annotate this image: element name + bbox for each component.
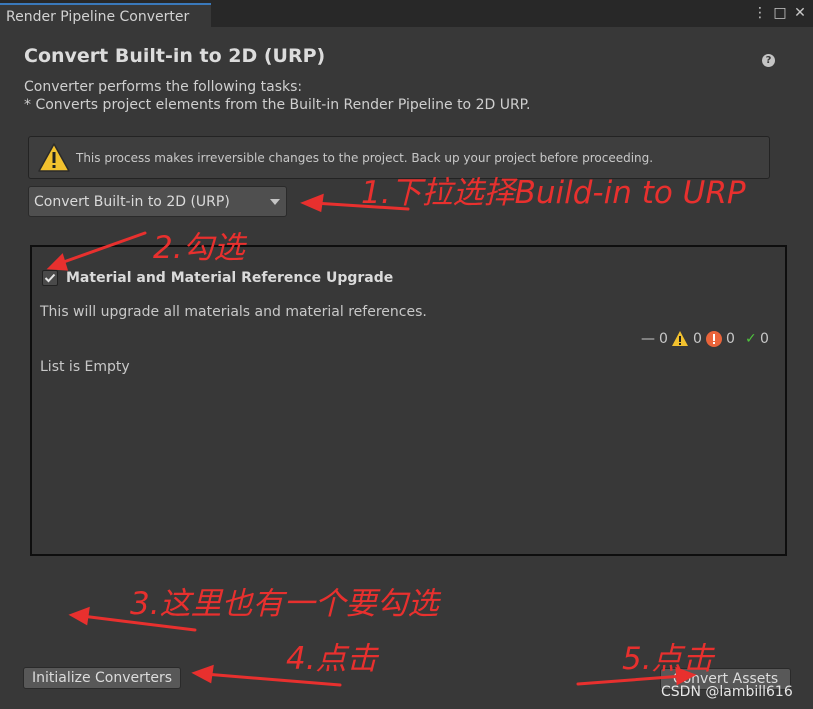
warning-icon bbox=[38, 143, 70, 172]
error-count: 0 bbox=[726, 331, 735, 347]
window-tab-bar: Render Pipeline Converter ⋮ □ ✕ bbox=[0, 0, 813, 27]
annotation-step-1: 1.下拉选择Build-in to URP bbox=[361, 175, 746, 211]
converter-panel: Material and Material Reference Upgrade … bbox=[30, 245, 787, 556]
watermark: CSDN @lambill616 bbox=[661, 684, 793, 700]
annotation-step-4: 4.点击 bbox=[286, 641, 378, 677]
list-empty-text: List is Empty bbox=[40, 359, 130, 375]
warning-count: 0 bbox=[693, 331, 702, 347]
pending-icon: — bbox=[641, 331, 655, 347]
converter-title: Material and Material Reference Upgrade bbox=[66, 270, 394, 286]
success-icon: ✓ bbox=[745, 331, 757, 347]
success-count: 0 bbox=[760, 331, 769, 347]
initialize-converters-button[interactable]: Initialize Converters bbox=[23, 667, 181, 689]
tab-render-pipeline-converter[interactable]: Render Pipeline Converter bbox=[0, 3, 211, 27]
error-count-icon bbox=[706, 331, 722, 347]
annotation-step-5: 5.点击 bbox=[622, 641, 714, 677]
help-icon[interactable]: ? bbox=[762, 54, 775, 67]
page-title: Convert Built-in to 2D (URP) bbox=[24, 45, 326, 67]
warning-text: This process makes irreversible changes … bbox=[76, 151, 654, 165]
tab-label: Render Pipeline Converter bbox=[6, 9, 190, 25]
close-icon[interactable]: ✕ bbox=[792, 5, 808, 21]
dropdown-selected-value: Convert Built-in to 2D (URP) bbox=[34, 194, 230, 210]
checkmark-icon bbox=[44, 273, 56, 283]
pending-count: 0 bbox=[659, 331, 668, 347]
chevron-down-icon bbox=[270, 199, 280, 205]
warning-count-icon bbox=[672, 331, 688, 346]
window-menu-icon[interactable]: ⋮ bbox=[752, 5, 768, 21]
converter-checkbox[interactable] bbox=[42, 270, 58, 286]
maximize-icon[interactable]: □ bbox=[772, 5, 788, 21]
annotation-step-2: 2.勾选 bbox=[153, 230, 245, 266]
description-line-2: * Converts project elements from the Bui… bbox=[24, 97, 531, 113]
converter-description: This will upgrade all materials and mate… bbox=[40, 304, 427, 320]
annotation-step-3: 3.这里也有一个要勾选 bbox=[130, 586, 439, 622]
description-line-1: Converter performs the following tasks: bbox=[24, 79, 303, 95]
pipeline-dropdown[interactable]: Convert Built-in to 2D (URP) bbox=[28, 186, 287, 217]
